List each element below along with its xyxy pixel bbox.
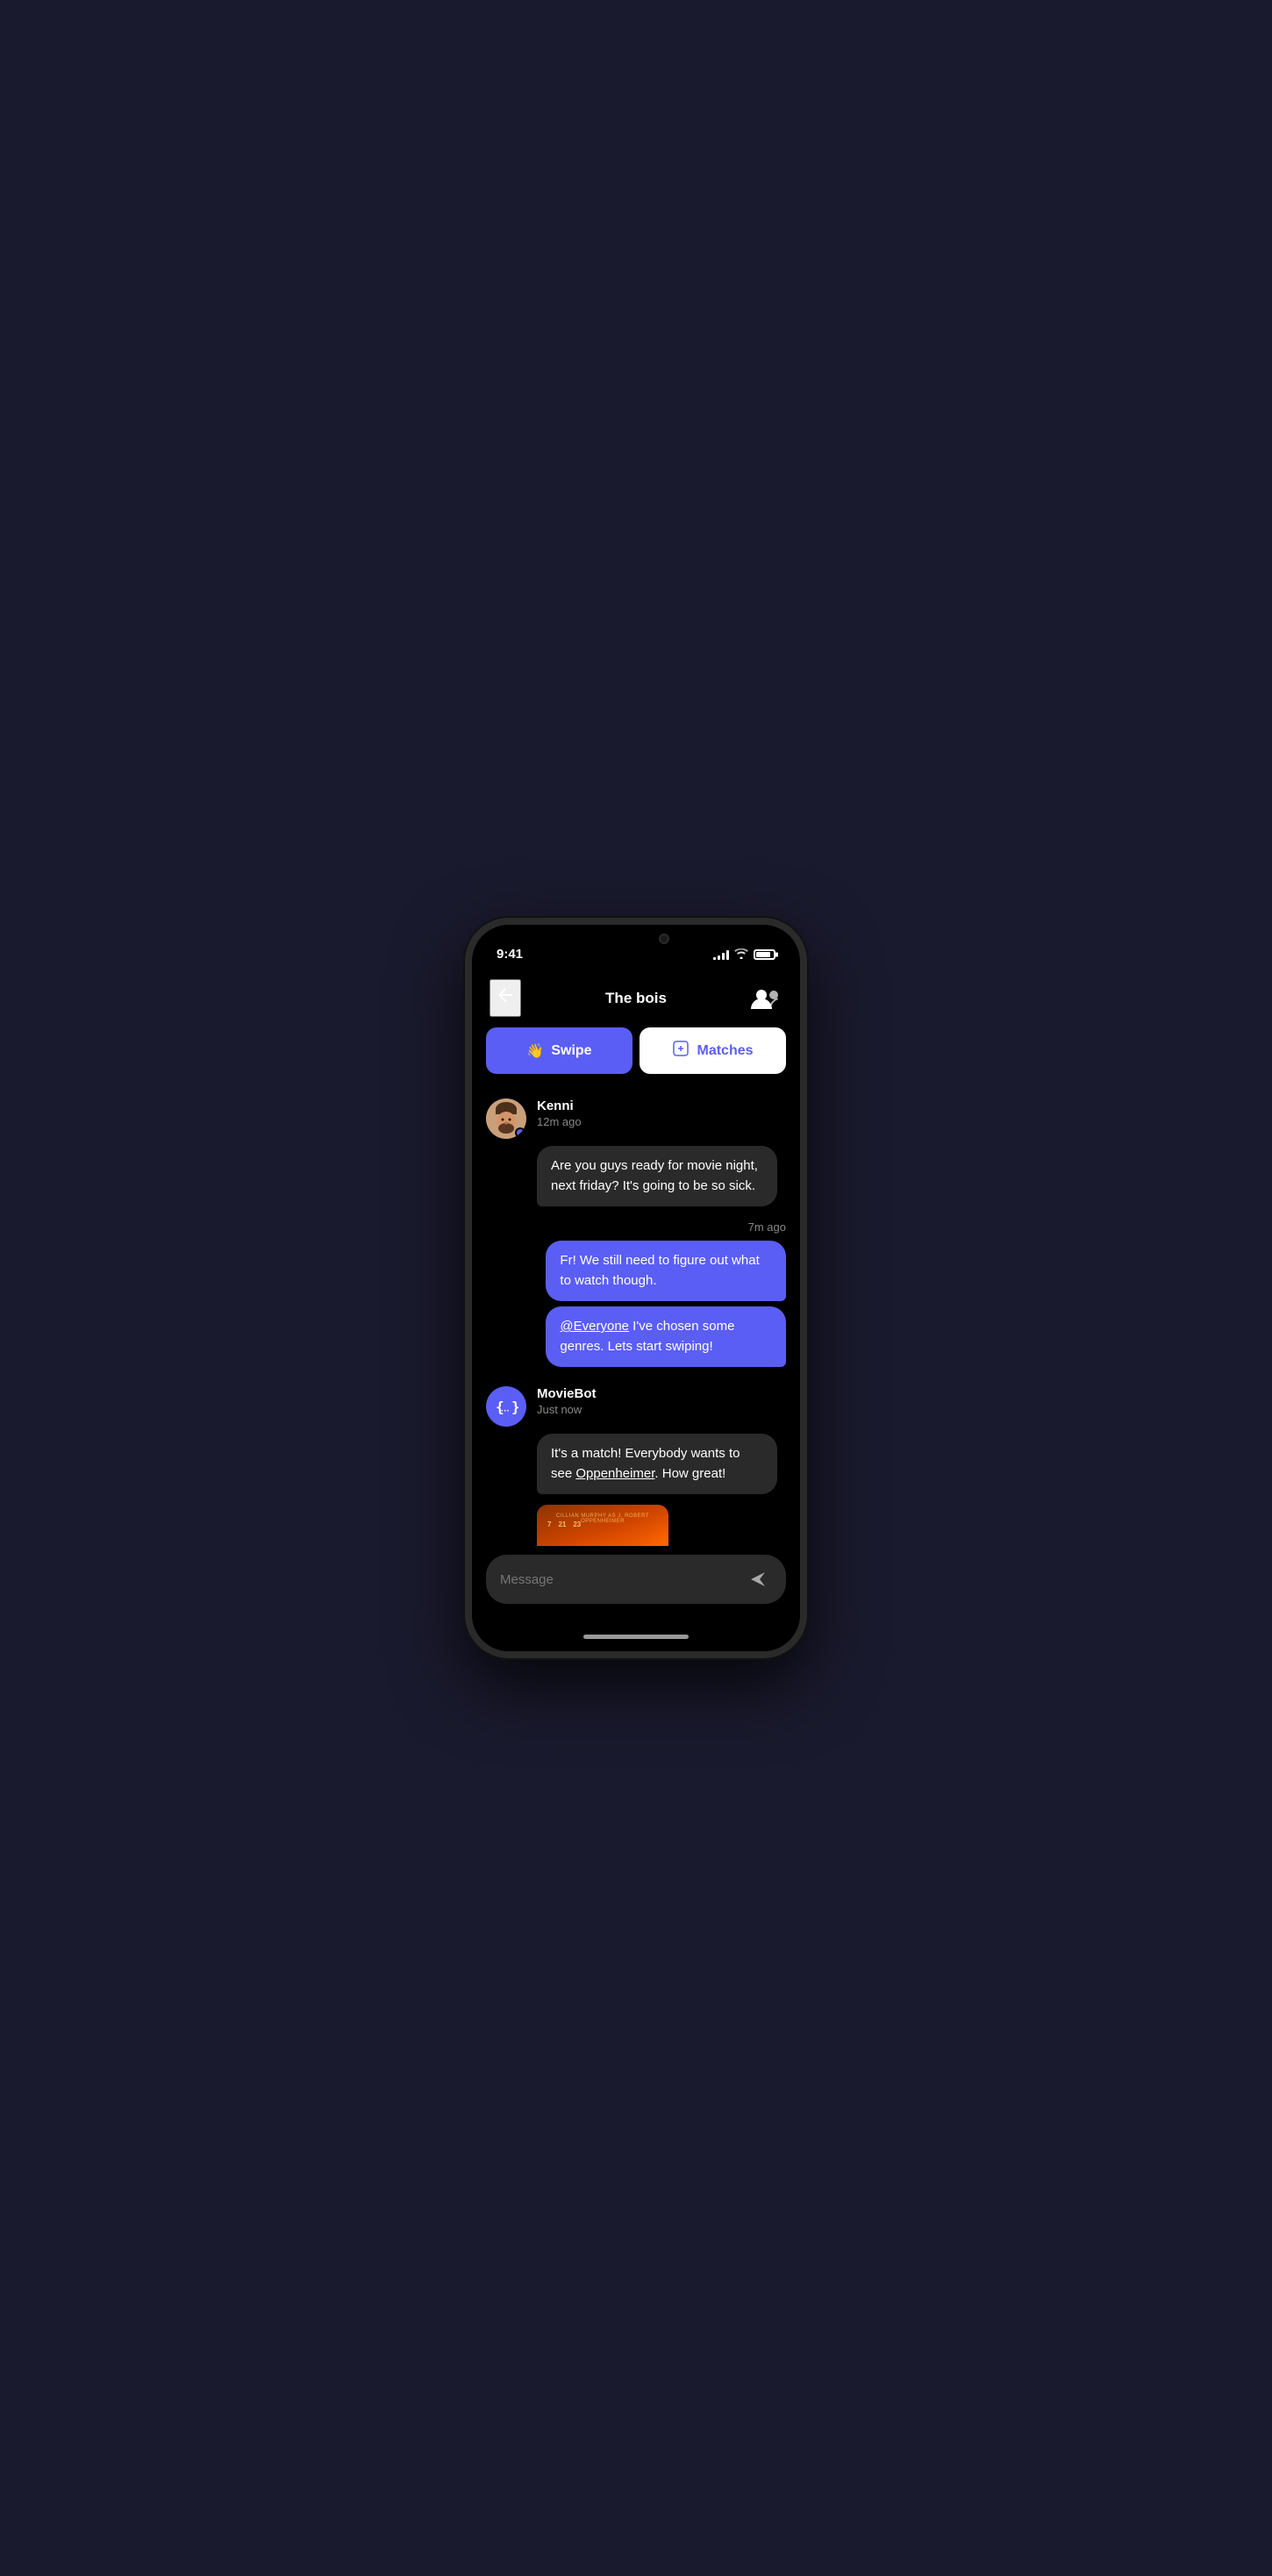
group-members-icon[interactable] [751,986,782,1011]
movie-link[interactable]: Oppenheimer [575,1466,654,1481]
header: The bois [472,969,800,1027]
sent-time: 7m ago [748,1220,786,1234]
kenni-time: 12m ago [537,1115,582,1128]
phone-frame: 9:41 [465,918,807,1658]
home-indicator [472,1621,800,1651]
main-content: The bois 👋 Swipe [472,969,800,1651]
chat-title: The bois [605,990,667,1007]
message-input[interactable] [500,1572,744,1587]
sent-bubble-2: @Everyone I've chosen some genres. Lets … [546,1306,786,1367]
volume-up-button [465,1070,467,1122]
back-button[interactable] [490,979,521,1017]
signal-icon [713,949,729,960]
svg-text:···: ··· [501,1406,510,1416]
message-input-area [472,1546,800,1621]
moviebot-sender-row: { ··· } MovieBot Just now [486,1386,786,1427]
matches-tab[interactable]: Matches [640,1027,786,1074]
kenni-avatar [486,1098,526,1139]
swipe-label: Swipe [551,1043,591,1059]
home-bar [583,1635,689,1639]
sent-bubble-1: Fr! We still need to figure out what to … [546,1241,786,1301]
front-camera [659,934,669,944]
battery-icon [754,949,775,960]
wifi-icon [734,948,748,962]
swipe-tab[interactable]: 👋 Swipe [486,1027,632,1074]
moviebot-time: Just now [537,1403,597,1416]
sent-messages-group: 7m ago Fr! We still need to figure out w… [486,1220,786,1372]
moviebot-info: MovieBot Just now [537,1386,597,1416]
moviebot-avatar: { ··· } [486,1386,526,1427]
notch [583,925,689,955]
matches-label: Matches [697,1043,753,1059]
kenni-name: Kenni [537,1098,582,1113]
mention-everyone[interactable]: @Everyone [560,1319,629,1334]
volume-mute-button [465,1030,467,1058]
moviebot-name: MovieBot [537,1386,597,1401]
power-button [805,1074,807,1144]
oppenheimer-poster[interactable]: CILLIAN MURPHY AS J. ROBERT OPPENHEIMER … [537,1505,668,1546]
online-indicator [515,1127,525,1138]
svg-text:}: } [511,1399,518,1415]
status-icons [713,948,775,962]
message-input-row [486,1555,786,1604]
status-time: 9:41 [497,947,523,962]
volume-down-button [465,1134,467,1186]
poster-dates: 72123 [547,1521,581,1528]
kenni-sender-row: Kenni 12m ago [486,1098,786,1139]
kenni-message-bubble: Are you guys ready for movie night, next… [537,1146,777,1206]
kenni-info: Kenni 12m ago [537,1098,582,1128]
send-button[interactable] [744,1565,772,1593]
chat-area[interactable]: Kenni 12m ago Are you guys ready for mov… [472,1084,800,1546]
tab-bar: 👋 Swipe Matches [472,1027,800,1084]
moviebot-message-bubble: It's a match! Everybody wants to see Opp… [537,1434,777,1494]
matches-icon [672,1040,690,1062]
swipe-icon: 👋 [526,1042,544,1060]
